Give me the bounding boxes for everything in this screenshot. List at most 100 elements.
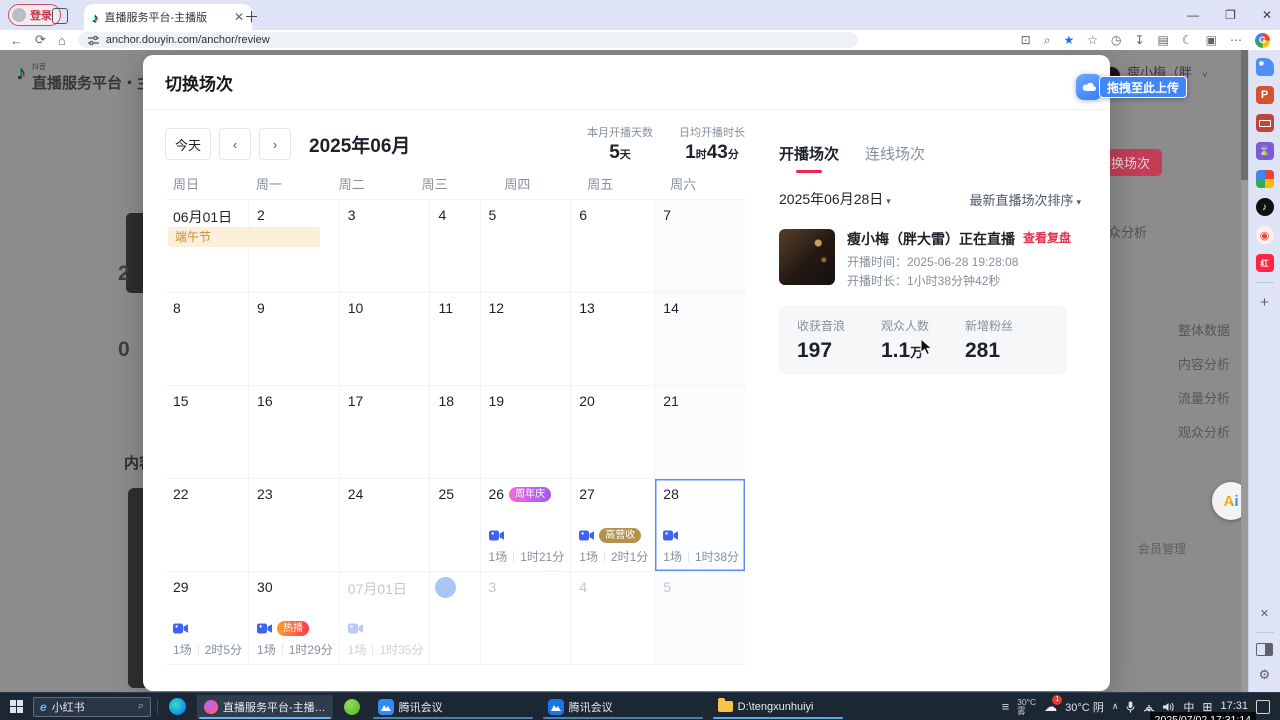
touch-keyboard-icon[interactable]: ⊞: [1202, 700, 1212, 714]
tab-broadcast-sessions[interactable]: 开播场次: [779, 143, 839, 173]
xiaohongshu-icon[interactable]: 红: [1256, 254, 1274, 272]
calendar-day-cell[interactable]: 10: [340, 293, 431, 386]
speaker-icon[interactable]: [1163, 702, 1175, 712]
view-replay-link[interactable]: 查看复盘: [1023, 229, 1071, 246]
microphone-icon[interactable]: [1126, 701, 1135, 713]
taskbar-meeting-1[interactable]: 腾讯会议: [371, 695, 535, 719]
settings-gear-icon[interactable]: ⚙: [1256, 666, 1274, 684]
add-extension-icon[interactable]: +: [1256, 293, 1274, 311]
calendar-day-cell[interactable]: 5: [481, 200, 572, 293]
download-icon[interactable]: ↧: [1134, 33, 1144, 47]
calendar-day-cell[interactable]: 2: [430, 572, 480, 665]
calendar-day-cell[interactable]: 14: [655, 293, 745, 386]
calendar-day-cell[interactable]: 25: [430, 479, 480, 572]
date-filter-dropdown[interactable]: 2025年06月28日▾: [779, 189, 891, 209]
tag-icon[interactable]: [1256, 58, 1274, 76]
window-minimize-button[interactable]: —: [1187, 8, 1199, 22]
calendar-day-cell[interactable]: 281场1时38分: [655, 479, 745, 572]
calendar-day-cell[interactable]: 23: [249, 479, 340, 572]
tab-search-icon[interactable]: [52, 8, 68, 24]
cast-icon[interactable]: ⊡: [1021, 33, 1031, 47]
calendar-day-cell[interactable]: 17: [340, 386, 431, 479]
sidebar-panel-icon[interactable]: [1256, 643, 1273, 656]
browser-tab[interactable]: ♪ 直播服务平台-主播版 ✕: [84, 4, 252, 30]
calendar-day-cell[interactable]: 19: [481, 386, 572, 479]
google-account-avatar[interactable]: G: [1255, 33, 1270, 48]
page-scrollbar-thumb[interactable]: [1241, 50, 1248, 180]
sort-dropdown[interactable]: 最新直播场次排序▾: [969, 190, 1081, 209]
calendar-day-cell[interactable]: 4: [430, 200, 480, 293]
address-bar[interactable]: anchor.douyin.com/anchor/review: [78, 32, 858, 48]
edge-browser-icon[interactable]: [169, 698, 186, 715]
weibo-eye-icon[interactable]: ◉: [1256, 226, 1274, 244]
calendar-day-cell[interactable]: 6: [571, 200, 655, 293]
taskbar-meeting-2[interactable]: 腾讯会议: [541, 695, 705, 719]
night-mode-icon[interactable]: ☾: [1182, 33, 1193, 47]
prev-month-button[interactable]: ‹: [219, 128, 251, 160]
powerpoint-icon[interactable]: P: [1256, 86, 1274, 104]
tiktok-icon[interactable]: ♪: [1256, 198, 1274, 216]
calendar-day-cell[interactable]: 13: [571, 293, 655, 386]
glasses-icon[interactable]: ✕: [1256, 604, 1274, 622]
tab-link-sessions[interactable]: 连线场次: [865, 143, 925, 164]
weather-mini[interactable]: 30°C雾: [1017, 698, 1036, 716]
calendar-day-cell[interactable]: 7: [655, 200, 745, 293]
new-tab-button[interactable]: ＋: [244, 6, 259, 27]
calendar-day-cell[interactable]: 21: [655, 386, 745, 479]
hidden-icons-chevron[interactable]: ∧: [1112, 701, 1119, 712]
history-clock-icon[interactable]: ◷: [1111, 33, 1121, 47]
taskbar-clock[interactable]: 17:31: [1220, 700, 1248, 712]
zoom-icon[interactable]: ⌕: [1044, 33, 1051, 48]
calendar-day-cell[interactable]: 22: [165, 479, 249, 572]
calendar-day-cell[interactable]: 06月01日端午节: [165, 200, 249, 293]
calendar-day-cell[interactable]: 4: [571, 572, 655, 665]
calendar-day-cell[interactable]: 15: [165, 386, 249, 479]
apps-grid-icon[interactable]: [1256, 170, 1274, 188]
window-close-button[interactable]: ✕: [1262, 8, 1272, 22]
action-center-icon[interactable]: [1256, 700, 1270, 714]
tab-close-icon[interactable]: ✕: [234, 10, 244, 24]
calendar-day-cell[interactable]: 07月01日1场1时35分: [340, 572, 431, 665]
calendar-day-cell[interactable]: 3: [340, 200, 431, 293]
calendar-day-cell[interactable]: 27高营收1场2时1分: [571, 479, 655, 572]
calendar-day-cell[interactable]: 11: [430, 293, 480, 386]
today-button[interactable]: 今天: [165, 128, 211, 160]
calendar-day-cell[interactable]: 5: [655, 572, 745, 665]
bookmark-star-icon[interactable]: ★: [1063, 33, 1074, 47]
news-feed-icon[interactable]: ≡: [1002, 699, 1010, 714]
calendar-day-cell[interactable]: 8: [165, 293, 249, 386]
start-button[interactable]: [10, 700, 23, 713]
green-app-icon[interactable]: [344, 699, 360, 715]
calendar-day-cell[interactable]: 16: [249, 386, 340, 479]
refresh-icon[interactable]: ⟳: [35, 32, 46, 48]
more-icon[interactable]: ⋯: [1230, 33, 1242, 47]
calendar-day-cell[interactable]: 3: [481, 572, 572, 665]
bg-menu-item[interactable]: 观众分析: [1178, 422, 1230, 441]
workspace-icon[interactable]: ▣: [1206, 33, 1217, 47]
bg-menu-item[interactable]: 内容分析: [1178, 354, 1230, 373]
weather-text[interactable]: 30°C 阴: [1065, 699, 1104, 715]
reading-list-icon[interactable]: ▤: [1158, 33, 1169, 47]
weather-cloud-icon[interactable]: ☁1: [1044, 699, 1057, 715]
calendar-day-cell[interactable]: 9: [249, 293, 340, 386]
taskbar-search-box[interactable]: e 小红书 ⌕: [33, 697, 151, 717]
calendar-day-cell[interactable]: 30热播1场1时29分: [249, 572, 340, 665]
taskbar-folder[interactable]: D:\tengxunhuiyi: [711, 695, 845, 719]
assistant-hourglass-icon[interactable]: ⌛: [1256, 142, 1274, 160]
toolbox-icon[interactable]: [1256, 114, 1274, 132]
calendar-day-cell[interactable]: 26周年庆1场1时21分: [481, 479, 572, 572]
home-icon[interactable]: ⌂: [58, 33, 66, 48]
bg-menu-item[interactable]: 整体数据: [1178, 320, 1230, 339]
window-restore-button[interactable]: ❐: [1225, 8, 1236, 22]
bg-member-link[interactable]: 会员管理: [1138, 540, 1186, 557]
bg-menu-item[interactable]: 流量分析: [1178, 388, 1230, 407]
back-icon[interactable]: ←: [10, 33, 23, 48]
calendar-day-cell[interactable]: 20: [571, 386, 655, 479]
calendar-day-cell[interactable]: 291场2时5分: [165, 572, 249, 665]
calendar-day-cell[interactable]: 24: [340, 479, 431, 572]
calendar-day-cell[interactable]: 12: [481, 293, 572, 386]
next-month-button[interactable]: ›: [259, 128, 291, 160]
network-signal-icon[interactable]: [1143, 702, 1155, 712]
favorites-icon[interactable]: ☆: [1087, 33, 1098, 47]
taskbar-active-window[interactable]: 直播服务平台-主播…: [197, 695, 333, 719]
